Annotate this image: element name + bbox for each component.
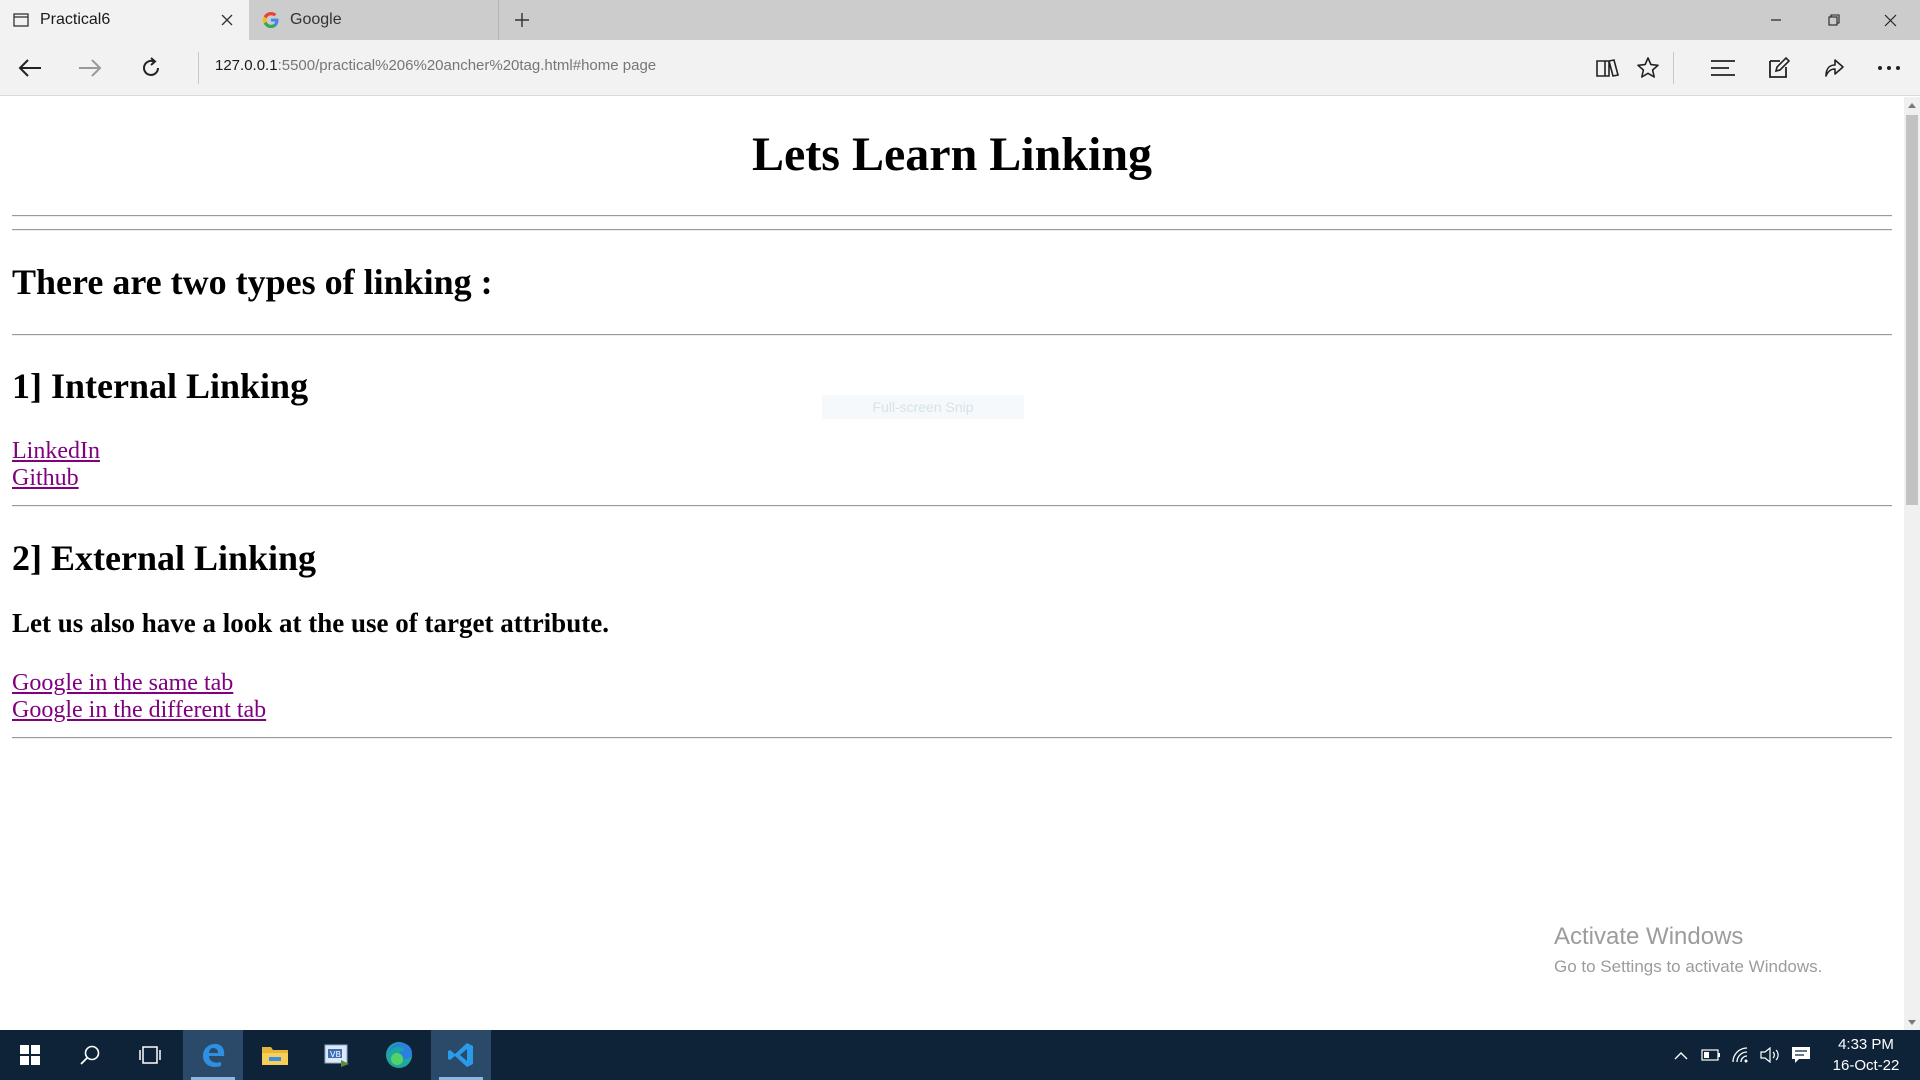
restore-button[interactable] (1806, 0, 1862, 40)
taskbar-vb-app[interactable]: VB (307, 1030, 367, 1080)
google-same-tab-link[interactable]: Google in the same tab (12, 670, 233, 697)
more-dots-icon (1878, 66, 1900, 70)
taskbar-vscode[interactable] (431, 1030, 491, 1080)
wifi-icon (1732, 1047, 1748, 1063)
edge-legacy-icon (203, 1043, 225, 1067)
address-separator (198, 52, 199, 84)
tab-strip: Practical6 Google (0, 0, 1920, 40)
volume-icon (1760, 1047, 1779, 1063)
scroll-thumb[interactable] (1906, 115, 1918, 505)
taskbar-edge-chromium[interactable] (369, 1030, 429, 1080)
plus-icon (515, 13, 529, 27)
tab-title: Google (290, 11, 342, 28)
edge-chromium-icon (386, 1042, 412, 1068)
start-button[interactable] (0, 1030, 60, 1080)
url-path: :5500/practical%206%20ancher%20tag.html#… (277, 57, 657, 74)
new-tab-button[interactable] (508, 6, 536, 34)
clock-date: 16-Oct-22 (1832, 1057, 1900, 1074)
start-icon (20, 1045, 40, 1065)
taskbar-file-explorer[interactable] (245, 1030, 305, 1080)
intro-heading: There are two types of linking : (12, 262, 493, 302)
internal-linking-heading: 1] Internal Linking (12, 366, 309, 406)
scroll-down-arrow-icon[interactable] (1904, 1014, 1920, 1030)
scroll-up-arrow-icon[interactable] (1904, 97, 1920, 113)
forward-arrow-icon (79, 59, 102, 77)
svg-text:VB: VB (330, 1050, 341, 1059)
snip-tooltip: Full-screen Snip (822, 395, 1024, 419)
toolbar-separator (1673, 52, 1674, 84)
page-icon (13, 13, 29, 27)
show-hidden-icons-button[interactable] (1668, 1030, 1694, 1080)
google-different-tab-link[interactable]: Google in the different tab (12, 697, 266, 724)
page-title: Lets Learn Linking (751, 128, 1153, 181)
divider (12, 215, 1892, 217)
web-page: Lets Learn Linking There are two types o… (0, 97, 1904, 1030)
windows-taskbar: VB 4:33 PM 16-Oct-22 (0, 1030, 1920, 1080)
battery-icon (1701, 1049, 1720, 1061)
search-icon (80, 1045, 100, 1065)
share-button[interactable] (1814, 48, 1854, 88)
divider (12, 229, 1892, 231)
vb-app-icon: VB (324, 1044, 349, 1067)
web-note-button[interactable] (1759, 48, 1799, 88)
hub-icon (1711, 60, 1735, 76)
tab-practical6[interactable]: Practical6 (0, 0, 249, 40)
restore-icon (1828, 14, 1840, 26)
volume-button[interactable] (1758, 1030, 1784, 1080)
divider (12, 737, 1892, 739)
taskbar-edge-legacy[interactable] (183, 1030, 243, 1080)
share-icon (1825, 59, 1844, 77)
activate-subtitle: Go to Settings to activate Windows. (1554, 957, 1823, 976)
file-explorer-icon (262, 1047, 288, 1065)
hub-button[interactable] (1703, 48, 1743, 88)
minimize-icon (1771, 19, 1781, 21)
close-tab-icon[interactable] (215, 8, 239, 32)
forward-button[interactable] (70, 48, 110, 88)
back-arrow-icon (18, 59, 41, 77)
favorite-button[interactable] (1628, 48, 1668, 88)
task-view-icon (139, 1046, 161, 1064)
notification-icon (1792, 1047, 1810, 1063)
battery-button[interactable] (1698, 1030, 1724, 1080)
target-attribute-note: Let us also have a look at the use of ta… (12, 608, 609, 638)
minimize-button[interactable] (1748, 0, 1804, 40)
refresh-icon (143, 57, 159, 76)
close-icon (1884, 14, 1896, 26)
vscode-icon (448, 1043, 473, 1067)
chevron-up-icon (1674, 1051, 1688, 1059)
activate-windows-watermark: Activate Windows Go to Settings to activ… (1554, 923, 1822, 977)
reading-view-button[interactable] (1588, 48, 1628, 88)
address-bar[interactable]: 127.0.0.1:5500/practical%206%20ancher%20… (215, 57, 656, 74)
star-icon (1637, 57, 1659, 78)
google-g-icon (263, 12, 279, 28)
book-icon (1596, 59, 1619, 77)
pen-note-icon (1769, 56, 1791, 78)
search-button[interactable] (60, 1030, 120, 1080)
network-button[interactable] (1728, 1030, 1754, 1080)
system-clock[interactable]: 4:33 PM 16-Oct-22 (1824, 1034, 1908, 1076)
clock-time: 4:33 PM (1838, 1036, 1894, 1053)
divider (12, 505, 1892, 507)
navigation-toolbar: 127.0.0.1:5500/practical%206%20ancher%20… (0, 40, 1920, 96)
external-linking-heading: 2] External Linking (12, 538, 317, 578)
action-center-button[interactable] (1788, 1030, 1814, 1080)
back-button[interactable] (10, 48, 50, 88)
divider (12, 334, 1892, 336)
url-host: 127.0.0.1 (215, 57, 278, 74)
more-button[interactable] (1869, 48, 1909, 88)
task-view-button[interactable] (120, 1030, 180, 1080)
vertical-scrollbar[interactable] (1904, 97, 1920, 1030)
linkedin-link[interactable]: LinkedIn (12, 438, 100, 465)
activate-title: Activate Windows (1554, 923, 1744, 950)
close-window-button[interactable] (1862, 0, 1918, 40)
tab-title: Practical6 (40, 11, 111, 28)
tab-google[interactable]: Google (250, 0, 499, 40)
github-link[interactable]: Github (12, 465, 79, 492)
refresh-button[interactable] (131, 48, 171, 88)
